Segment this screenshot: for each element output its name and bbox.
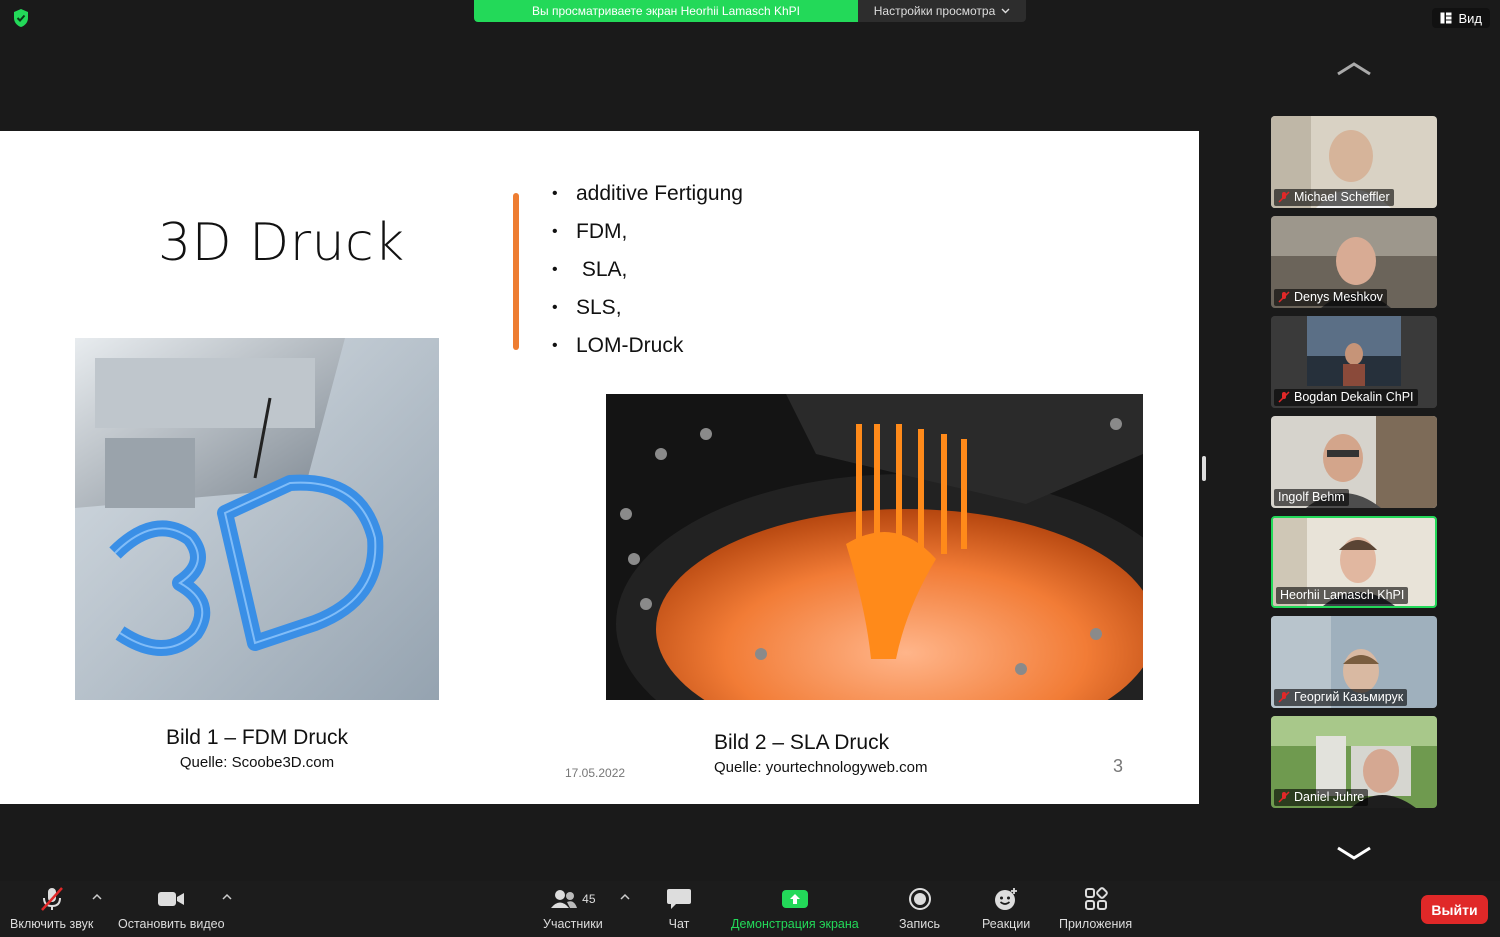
mic-muted-icon (1278, 191, 1290, 203)
mic-muted-icon (1278, 691, 1290, 703)
participants-count: 45 (582, 892, 596, 906)
participant-tile[interactable]: Bogdan Dekalin ChPI (1271, 316, 1437, 408)
participant-name: Георгий Казьмирук (1294, 690, 1404, 704)
participants-label: Участники (543, 917, 603, 931)
bullet-text: FDM, (576, 220, 628, 243)
participant-name: Denys Meshkov (1294, 290, 1383, 304)
mic-muted-icon (1278, 391, 1290, 403)
view-options-label: Настройки просмотра (873, 4, 996, 18)
unmute-button[interactable]: Включить звук (10, 885, 93, 931)
participant-name-tag: Георгий Казьмирук (1274, 689, 1408, 706)
participant-tile[interactable]: Denys Meshkov (1271, 216, 1437, 308)
participant-name: Ingolf Behm (1278, 490, 1345, 504)
view-button-label: Вид (1458, 10, 1482, 26)
participant-name: Heorhii Lamasch KhPI (1280, 588, 1405, 602)
slide-date: 17.05.2022 (565, 766, 626, 780)
share-screen-arrow-icon (781, 890, 808, 908)
reactions-label: Реакции (982, 917, 1031, 931)
record-button[interactable]: Запись (899, 885, 940, 931)
participant-name-tag: Heorhii Lamasch KhPI (1276, 587, 1409, 604)
screen-share-banner: Вы просматриваете экран Heorhii Lamasch … (474, 0, 1026, 22)
view-layout-icon (1440, 12, 1452, 24)
chevron-down-icon (1001, 8, 1010, 14)
participant-name-tag: Michael Scheffler (1274, 189, 1394, 206)
participant-name-tag: Ingolf Behm (1274, 489, 1349, 506)
share-banner-label: Вы просматриваете экран Heorhii Lamasch … (474, 0, 858, 22)
caption-source: Quelle: yourtechnologyweb.com (714, 759, 928, 776)
leave-meeting-button[interactable]: Выйти (1421, 895, 1488, 924)
chat-label: Чат (668, 917, 690, 931)
caption-title: Bild 1 – FDM Druck (165, 726, 349, 749)
split-resize-handle[interactable] (1202, 456, 1206, 481)
participant-name-tag: Denys Meshkov (1274, 289, 1387, 306)
bullet-text: LOM-Druck (576, 334, 684, 357)
fdm-print-image (75, 338, 439, 700)
caption-image-2: Bild 2 – SLA Druck Quelle: yourtechnolog… (714, 731, 927, 776)
slide-title: 3D Druck (158, 213, 405, 273)
share-screen-label: Демонстрация экрана (731, 917, 859, 931)
bullet-text: additive Fertigung (576, 182, 743, 205)
bullet-item: • SLA, (552, 251, 743, 289)
bullet-text: SLA, (576, 258, 628, 281)
participant-name: Michael Scheffler (1294, 190, 1390, 204)
participant-name: Daniel Juhre (1294, 790, 1365, 804)
security-shield-icon[interactable] (12, 8, 30, 28)
video-camera-icon (158, 892, 185, 906)
chat-bubble-icon (667, 889, 691, 909)
view-button[interactable]: Вид (1432, 8, 1490, 28)
slide-page-number: 3 (1113, 756, 1124, 776)
caption-source: Quelle: Scoobe3D.com (179, 754, 335, 771)
participants-icon (551, 890, 578, 908)
caption-title: Bild 2 – SLA Druck (714, 731, 890, 754)
unmute-label: Включить звук (10, 917, 94, 931)
participant-name-tag: Daniel Juhre (1274, 789, 1369, 806)
zoom-meeting-window: Вы просматриваете экран Heorhii Lamasch … (0, 0, 1500, 937)
participant-tile[interactable]: Daniel Juhre (1271, 716, 1437, 808)
bullet-list: • additive Fertigung • FDM, • SLA, • SLS, •… (552, 175, 743, 365)
audio-options-chevron-up-icon[interactable] (91, 893, 103, 901)
participant-tile[interactable]: Michael Scheffler (1271, 116, 1437, 208)
mic-muted-icon (1278, 291, 1290, 303)
share-screen-button[interactable]: Демонстрация экрана (731, 885, 859, 931)
reactions-button[interactable]: Реакции (982, 885, 1030, 931)
meeting-toolbar: Включить звук Остановить видео 45 Участн… (0, 881, 1500, 937)
mic-muted-icon (1278, 791, 1290, 803)
stop-video-label: Остановить видео (118, 917, 225, 931)
caption-image-1: Bild 1 – FDM Druck Quelle: Scoobe3D.com (75, 726, 439, 771)
apps-button[interactable]: Приложения (1059, 885, 1132, 931)
bullet-item: • FDM, (552, 213, 743, 251)
microphone-muted-icon (40, 887, 63, 911)
accent-bar (513, 193, 519, 350)
apps-grid-icon (1084, 887, 1108, 910)
participant-tile[interactable]: Георгий Казьмирук (1271, 616, 1437, 708)
participants-options-chevron-up-icon[interactable] (619, 893, 631, 901)
video-options-chevron-up-icon[interactable] (221, 893, 233, 901)
participant-tile[interactable]: Ingolf Behm (1271, 416, 1437, 508)
sla-print-image (606, 394, 1143, 700)
participant-name-tag: Bogdan Dekalin ChPI (1274, 389, 1418, 406)
record-label: Запись (899, 917, 941, 931)
bullet-item: • LOM-Druck (552, 327, 743, 365)
smiley-reaction-icon (995, 888, 1018, 910)
scroll-up-chevron-icon[interactable] (1336, 62, 1372, 76)
scroll-down-chevron-icon[interactable] (1336, 846, 1372, 860)
bullet-text: SLS, (576, 296, 622, 319)
chat-button[interactable]: Чат (666, 885, 692, 931)
bullet-item: • SLS, (552, 289, 743, 327)
stop-video-button[interactable]: Остановить видео (118, 885, 225, 931)
bullet-item: • additive Fertigung (552, 175, 743, 213)
view-options-button[interactable]: Настройки просмотра (858, 0, 1026, 22)
record-icon (908, 888, 931, 910)
participant-tile-active-speaker[interactable]: Heorhii Lamasch KhPI (1271, 516, 1437, 608)
participants-button[interactable]: 45 Участники (543, 885, 603, 931)
shared-slide: 3D Druck • additive Fertigung • FDM, • SLA… (0, 131, 1199, 804)
apps-label: Приложения (1059, 917, 1133, 931)
participant-name: Bogdan Dekalin ChPI (1294, 390, 1414, 404)
